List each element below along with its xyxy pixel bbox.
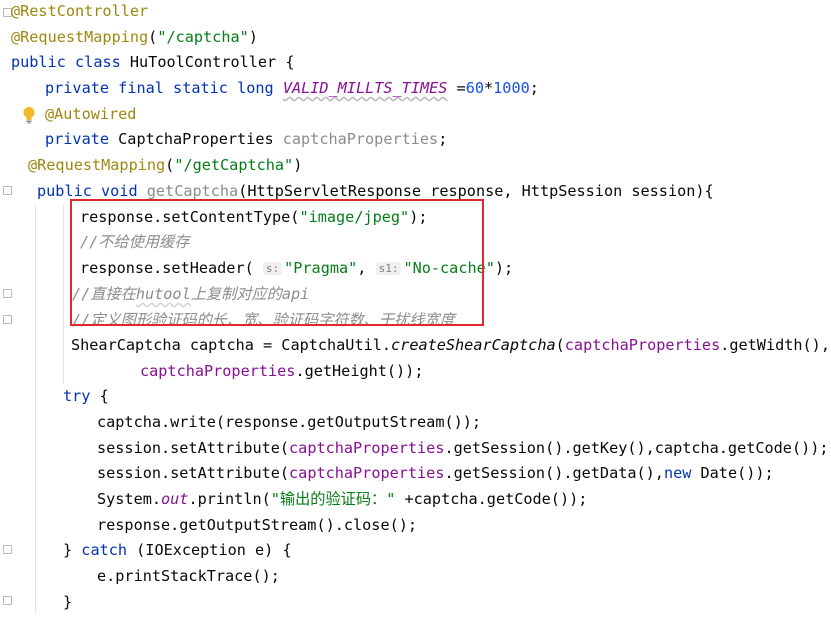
fold-marker-icon[interactable] (3, 315, 12, 324)
code-line: @RestController (11, 0, 148, 22)
number-token: 1000 (493, 79, 530, 97)
code-line: session.setAttribute(captchaProperties.g… (97, 462, 774, 484)
keyword-token: public (11, 53, 66, 71)
field-token: captchaProperties (282, 130, 439, 148)
code-line: e.printStackTrace(); (97, 565, 280, 587)
keyword-token: void (101, 182, 138, 200)
code-line: private CaptchaProperties captchaPropert… (45, 128, 447, 150)
field-token: captchaProperties (289, 439, 445, 457)
field-token: captchaProperties (289, 464, 445, 482)
keyword-token: long (237, 79, 274, 97)
code-token: } (63, 541, 82, 559)
fold-marker-icon[interactable] (3, 289, 12, 298)
keyword-token: final (118, 79, 164, 97)
code-line: response.getOutputStream().close(); (97, 514, 417, 536)
code-line: try { (63, 385, 109, 407)
code-line: } catch (IOException e) { (63, 539, 292, 561)
keyword-token: new (663, 464, 692, 482)
code-token: * (484, 79, 494, 97)
code-line: @RequestMapping("/getCaptcha") (28, 154, 302, 176)
indent-guide (63, 204, 64, 384)
fold-marker-icon[interactable] (3, 186, 12, 195)
code-line: public class HuToolController { (11, 51, 294, 73)
code-token: (IOException e) { (127, 541, 292, 559)
code-line: @Autowired (45, 103, 136, 125)
code-line: ShearCaptcha captcha = CaptchaUtil.creat… (71, 334, 830, 356)
code-token: CaptchaProperties (109, 130, 283, 148)
annotation-token: @Autowired (45, 105, 137, 123)
code-token: = (447, 79, 466, 97)
code-token: .getSession().getData(), (444, 464, 664, 482)
code-token: ); (494, 259, 514, 277)
constant-token: VALID_MILLTS_TIMES (282, 79, 448, 97)
indent-guide (35, 204, 36, 614)
code-token: ( (555, 336, 565, 354)
code-token: ) (293, 156, 303, 174)
keyword-token: public (37, 182, 92, 200)
highlight-box (70, 199, 484, 326)
fold-marker-icon[interactable] (3, 596, 12, 605)
code-token: HuToolController { (120, 53, 295, 71)
code-token: +captcha.getCode()); (395, 490, 588, 508)
keyword-token: static (173, 79, 228, 97)
code-line: @RequestMapping("/captcha") (11, 26, 258, 48)
code-token: ) (248, 28, 258, 46)
annotation-token: @RequestMapping (28, 156, 166, 174)
code-token: ( (165, 156, 175, 174)
keyword-token: catch (81, 541, 128, 559)
number-token: 60 (465, 79, 484, 97)
code-token: } (63, 593, 73, 611)
code-token: .println( (188, 490, 271, 508)
annotation-token: @RestController (11, 2, 149, 20)
code-token: System. (97, 490, 162, 508)
code-line: System.out.println("输出的验证码：" +captcha.ge… (97, 488, 587, 510)
code-line: private final static long VALID_MILLTS_T… (45, 77, 539, 99)
field-token: captchaProperties (140, 362, 296, 380)
field-token: captchaProperties (564, 336, 721, 354)
code-line: session.setAttribute(captchaProperties.g… (97, 437, 829, 459)
code-token: session.setAttribute( (97, 464, 290, 482)
code-token: e.printStackTrace(); (97, 567, 280, 585)
code-token: .getWidth(), (720, 336, 830, 354)
field-token: out (161, 490, 189, 508)
code-token: ; (438, 130, 448, 148)
code-token: response.getOutputStream().close(); (97, 516, 418, 534)
code-line: } (63, 591, 72, 613)
string-token: "/captcha" (157, 28, 249, 46)
keyword-token: private (45, 130, 110, 148)
fold-marker-icon[interactable] (3, 545, 12, 554)
string-token: "/getCaptcha" (174, 156, 294, 174)
code-token: ShearCaptcha captcha = CaptchaUtil. (71, 336, 392, 354)
code-line: captchaProperties.getHeight()); (140, 360, 423, 382)
method-token: getCaptcha (146, 182, 239, 200)
keyword-token: class (75, 53, 121, 71)
code-token: .getSession().getKey(),captcha.getCode()… (444, 439, 829, 457)
code-line: captcha.write(response.getOutputStream()… (97, 411, 481, 433)
code-token: { (90, 387, 109, 405)
code-token: session.setAttribute( (97, 439, 290, 457)
annotation-token: @RequestMapping (11, 28, 149, 46)
string-token: "输出的验证码：" (270, 490, 396, 508)
editor-gutter (0, 0, 14, 617)
code-token: .getHeight()); (295, 362, 424, 380)
code-token: (HttpServletResponse response, HttpSessi… (238, 182, 714, 200)
code-token: Date()); (691, 464, 774, 482)
method-token: createShearCaptcha (391, 336, 556, 354)
code-token: ; (529, 79, 539, 97)
code-token: captcha.write(response.getOutputStream()… (97, 413, 482, 431)
keyword-token: private (45, 79, 110, 97)
code-token: ( (148, 28, 158, 46)
keyword-token: try (63, 387, 91, 405)
lightbulb-icon[interactable] (22, 106, 36, 124)
